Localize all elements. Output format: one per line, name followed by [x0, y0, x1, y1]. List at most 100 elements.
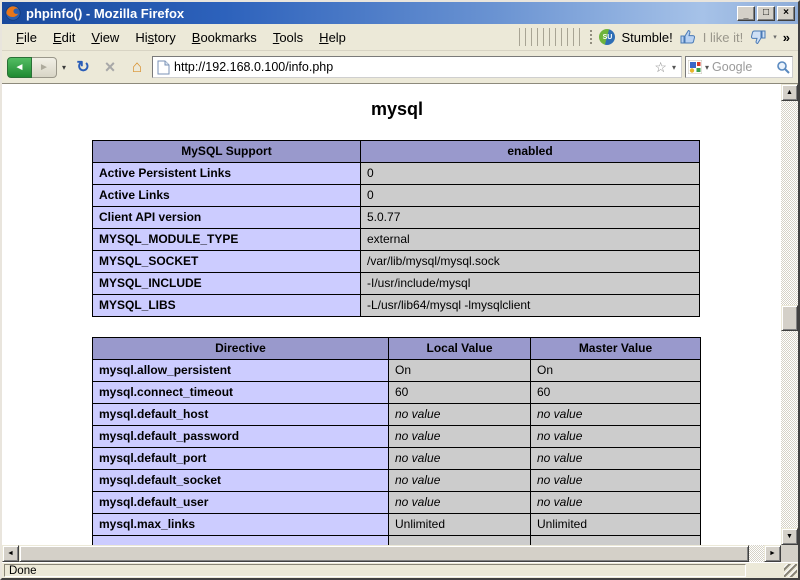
value-cell: -L/usr/lib64/mysql -lmysqlclient — [360, 294, 700, 317]
value-cell: Unlimited — [530, 513, 701, 536]
table-row: MYSQL_LIBS -L/usr/lib64/mysql -lmysqlclie… — [92, 294, 700, 317]
i-like-it-button[interactable]: I like it! — [703, 30, 743, 45]
value-cell: no value — [530, 469, 701, 492]
page-title: mysql — [370, 99, 424, 119]
value-cell: 0 — [360, 184, 700, 207]
navigation-toolbar: ◄ ► ▾ ↻ × ⌂ ☆ ▾ — [2, 51, 798, 84]
menu-file[interactable]: File — [8, 27, 45, 48]
reload-button[interactable]: ↻ — [71, 56, 95, 78]
scroll-down-button[interactable]: ▼ — [781, 528, 798, 545]
back-button[interactable]: ◄ — [7, 56, 32, 78]
label-cell: mysql.allow_persistent — [92, 359, 389, 382]
vertical-scrollbar-thumb[interactable] — [781, 305, 798, 331]
horizontal-scrollbar-thumb[interactable] — [19, 545, 749, 562]
menu-view[interactable]: View — [83, 27, 127, 48]
column-header: Master Value — [530, 337, 701, 360]
table-row: mysql.default_host no value no value — [92, 403, 701, 426]
label-cell: Active Persistent Links — [92, 162, 361, 185]
vertical-scrollbar[interactable]: ▲ ▼ — [781, 84, 798, 545]
page-favicon-icon — [157, 60, 170, 75]
value-cell: 60 — [530, 381, 701, 404]
thumbs-dropdown-icon[interactable]: ▾ — [773, 33, 777, 41]
mysql-support-table: MySQL Support enabled Active Persistent Li… — [92, 140, 700, 317]
label-cell: Client API version — [92, 206, 361, 229]
value-cell: external — [360, 228, 700, 251]
value-cell: no value — [388, 425, 531, 448]
phpinfo-page: mysql MySQL Support enabled Active Persist… — [2, 98, 781, 545]
url-bar[interactable]: ☆ ▾ — [152, 56, 682, 78]
column-header: MySQL Support — [92, 140, 361, 163]
value-cell: no value — [388, 469, 531, 492]
label-cell: MYSQL_LIBS — [92, 294, 361, 317]
value-cell: 5.0.77 — [360, 206, 700, 229]
table-row: mysql.default_port no value no value — [92, 447, 701, 470]
table-row: mysql.default_socket no value no value — [92, 469, 701, 492]
value-cell: no value — [530, 491, 701, 514]
home-button[interactable]: ⌂ — [125, 56, 149, 78]
menu-tools[interactable]: Tools — [265, 27, 311, 48]
toolbar-stripes-decoration — [519, 28, 584, 46]
search-magnifier-icon[interactable] — [776, 60, 790, 74]
scroll-right-button[interactable]: ► — [764, 545, 781, 562]
table-row: MYSQL_MODULE_TYPE external — [92, 228, 700, 251]
label-cell: MYSQL_INCLUDE — [92, 272, 361, 295]
table-row: Active Persistent Links 0 — [92, 162, 700, 185]
menu-edit[interactable]: Edit — [45, 27, 83, 48]
back-forward-group: ◄ ► — [7, 56, 57, 78]
forward-button[interactable]: ► — [32, 56, 57, 78]
menu-bar: File Edit View History Bookmarks Tools Help SU… — [2, 24, 798, 51]
table-row — [92, 535, 701, 545]
label-cell: MYSQL_MODULE_TYPE — [92, 228, 361, 251]
value-cell: On — [530, 359, 701, 382]
label-cell: mysql.connect_timeout — [92, 381, 389, 404]
stumble-button[interactable]: Stumble! — [621, 30, 672, 45]
thumbs-down-icon[interactable] — [749, 29, 767, 45]
value-cell: 0 — [360, 162, 700, 185]
page-content: mysql MySQL Support enabled Active Persist… — [2, 84, 781, 545]
column-header: Local Value — [388, 337, 531, 360]
url-input[interactable] — [174, 60, 651, 74]
scroll-left-button[interactable]: ◄ — [2, 545, 19, 562]
table-row: mysql.default_password no value no value — [92, 425, 701, 448]
status-bar: Done — [2, 562, 798, 578]
menu-bookmarks[interactable]: Bookmarks — [184, 27, 265, 48]
label-cell: mysql.default_user — [92, 491, 389, 514]
history-dropdown-icon[interactable]: ▾ — [60, 63, 68, 72]
label-cell: mysql.default_password — [92, 425, 389, 448]
resize-grip[interactable] — [784, 564, 797, 577]
search-box[interactable]: ▾ — [685, 56, 793, 78]
label-cell: mysql.default_port — [92, 447, 389, 470]
header-row: MySQL Support enabled — [92, 140, 700, 163]
table-row: MYSQL_SOCKET/var/lib/mysql/mysql.sock — [92, 250, 700, 273]
search-engine-dropdown-icon[interactable]: ▾ — [704, 63, 710, 72]
search-input[interactable] — [712, 60, 774, 74]
title-bar: phpinfo() - Mozilla Firefox _ □ × — [2, 2, 798, 24]
column-header: enabled — [360, 140, 700, 163]
value-cell: no value — [530, 447, 701, 470]
toolbar-overflow-button[interactable]: » — [783, 30, 792, 45]
bookmark-star-icon[interactable]: ☆ — [654, 60, 667, 74]
close-button[interactable]: × — [777, 5, 795, 21]
table-row: Client API version 5.0.77 — [92, 206, 700, 229]
table-row: mysql.allow_persistent On On — [92, 359, 701, 382]
stumbleupon-toolbar: SU Stumble! I like it! ▾ » — [519, 28, 792, 46]
header-row: Directive Local Value Master Value — [92, 337, 701, 360]
google-engine-icon — [688, 60, 702, 74]
label-cell: mysql.default_host — [92, 403, 389, 426]
table-row: mysql.max_links Unlimited Unlimited — [92, 513, 701, 536]
maximize-button[interactable]: □ — [757, 5, 775, 21]
horizontal-scrollbar[interactable]: ◄ ► — [2, 545, 781, 562]
value-cell: no value — [530, 425, 701, 448]
value-cell — [388, 535, 531, 545]
scroll-up-button[interactable]: ▲ — [781, 84, 798, 101]
value-cell: -I/usr/include/mysql — [360, 272, 700, 295]
scrollbar-corner — [781, 545, 798, 562]
minimize-button[interactable]: _ — [737, 5, 755, 21]
stop-button[interactable]: × — [98, 56, 122, 78]
thumbs-up-icon[interactable] — [679, 29, 697, 45]
table-row: mysql.default_user no value no value — [92, 491, 701, 514]
url-dropdown-icon[interactable]: ▾ — [671, 63, 677, 72]
stumbleupon-icon[interactable]: SU — [599, 29, 616, 45]
menu-help[interactable]: Help — [311, 27, 354, 48]
menu-history[interactable]: History — [127, 27, 183, 48]
